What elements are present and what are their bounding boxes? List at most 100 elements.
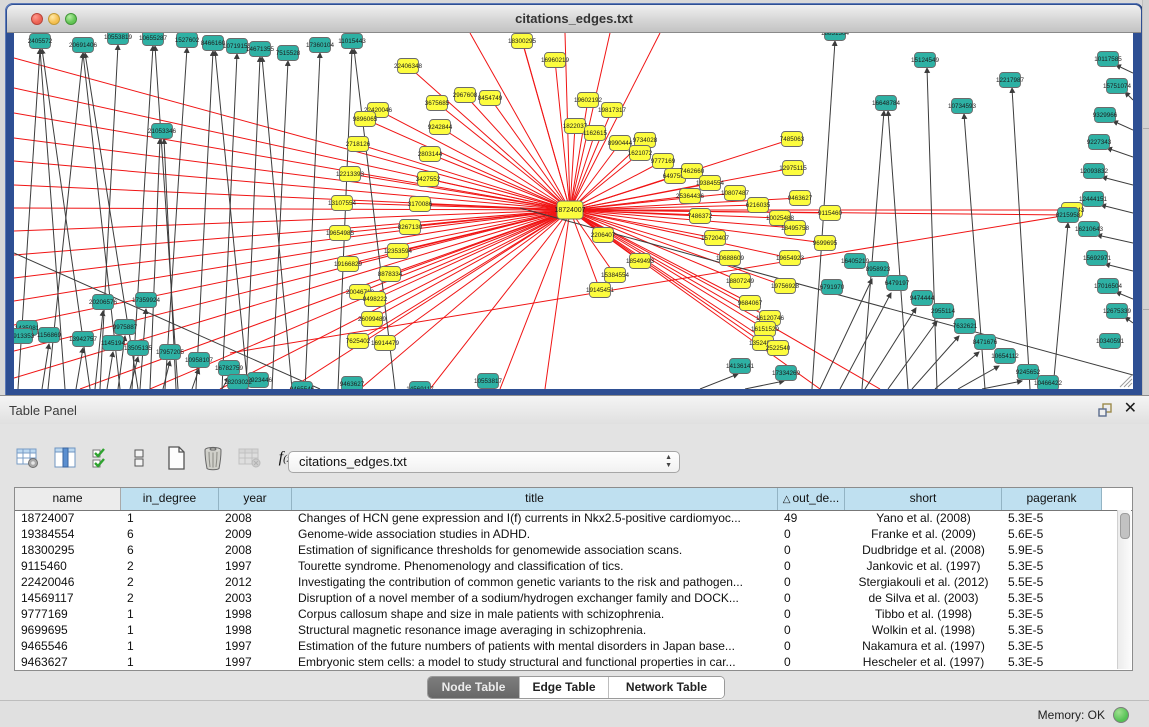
table-cell[interactable]: Stergiakouli et al. (2012) — [845, 574, 1002, 590]
table-cell[interactable]: Jankovic et al. (1997) — [845, 558, 1002, 574]
table-cell[interactable]: 2 — [121, 558, 219, 574]
table-cell[interactable]: 0 — [778, 590, 845, 606]
table-cell[interactable]: Hescheler et al. (1997) — [845, 654, 1002, 670]
table-cell[interactable]: Estimation of significance thresholds fo… — [292, 542, 778, 558]
network-window-titlebar[interactable]: citations_edges.txt — [7, 5, 1141, 33]
table-cell[interactable]: 0 — [778, 606, 845, 622]
table-cell[interactable]: Estimation of the future numbers of pati… — [292, 638, 778, 654]
table-cell[interactable]: 1 — [121, 654, 219, 670]
table-cell[interactable]: Franke et al. (2009) — [845, 526, 1002, 542]
table-row[interactable]: 911546021997Tourette syndrome. Phenomeno… — [15, 558, 1132, 574]
table-cell[interactable]: 5.6E-5 — [1002, 526, 1102, 542]
table-cell[interactable]: 18300295 — [15, 542, 121, 558]
column-header-year[interactable]: year — [219, 488, 292, 510]
float-panel-icon[interactable] — [1097, 402, 1113, 418]
column-header-name[interactable]: name — [15, 488, 121, 510]
table-cell[interactable]: 0 — [778, 638, 845, 654]
table-row[interactable]: 1456911722003Disruption of a novel membe… — [15, 590, 1132, 606]
table-cell[interactable]: 0 — [778, 542, 845, 558]
table-cell[interactable]: Dudbridge et al. (2008) — [845, 542, 1002, 558]
select-rows-button[interactable] — [88, 444, 116, 472]
table-cell[interactable]: 5.5E-5 — [1002, 574, 1102, 590]
table-cell[interactable]: Corpus callosum shape and size in male p… — [292, 606, 778, 622]
table-cell[interactable]: 2012 — [219, 574, 292, 590]
table-cell[interactable]: 1997 — [219, 558, 292, 574]
table-cell[interactable]: 1 — [121, 510, 219, 526]
table-cell[interactable]: 1 — [121, 606, 219, 622]
table-cell[interactable]: 5.3E-5 — [1002, 654, 1102, 670]
column-header-title[interactable]: title — [292, 488, 778, 510]
table-cell[interactable]: 22420046 — [15, 574, 121, 590]
table-cell[interactable]: Nakamura et al. (1997) — [845, 638, 1002, 654]
table-cell[interactable]: 6 — [121, 526, 219, 542]
table-cell[interactable]: 2 — [121, 574, 219, 590]
delete-column-button[interactable] — [199, 444, 227, 472]
show-columns-button[interactable] — [51, 444, 79, 472]
delete-table-button[interactable] — [236, 444, 264, 472]
network-table-select[interactable]: citations_edges.txt ▲▼ — [288, 451, 680, 473]
column-header-short[interactable]: short — [845, 488, 1002, 510]
table-row[interactable]: 2242004622012Investigating the contribut… — [15, 574, 1132, 590]
row-detail-toggle-button[interactable] — [125, 444, 153, 472]
table-cell[interactable]: Changes of HCN gene expression and I(f) … — [292, 510, 778, 526]
table-cell[interactable]: Tibbo et al. (1998) — [845, 606, 1002, 622]
table-cell[interactable]: 14569117 — [15, 590, 121, 606]
table-cell[interactable]: Tourette syndrome. Phenomenology and cla… — [292, 558, 778, 574]
table-scrollbar[interactable] — [1117, 510, 1131, 669]
tab-edge-table[interactable]: Edge Table — [519, 677, 608, 698]
table-row[interactable]: 1830029562008Estimation of significance … — [15, 542, 1132, 558]
column-header-out_de[interactable]: △out_de... — [778, 488, 845, 510]
table-cell[interactable]: 1 — [121, 638, 219, 654]
table-cell[interactable]: 9115460 — [15, 558, 121, 574]
table-cell[interactable]: 6 — [121, 542, 219, 558]
column-header-in_degree[interactable]: in_degree — [121, 488, 219, 510]
table-row[interactable]: 969969511998Structural magnetic resonanc… — [15, 622, 1132, 638]
table-cell[interactable]: 9465546 — [15, 638, 121, 654]
table-cell[interactable]: 0 — [778, 654, 845, 670]
table-cell[interactable]: 5.3E-5 — [1002, 558, 1102, 574]
table-cell[interactable]: 9777169 — [15, 606, 121, 622]
table-cell[interactable]: 1 — [121, 622, 219, 638]
table-mode-button[interactable] — [14, 444, 42, 472]
table-row[interactable]: 946362711997Embryonic stem cells: a mode… — [15, 654, 1132, 670]
table-cell[interactable]: 1998 — [219, 622, 292, 638]
table-cell[interactable]: Embryonic stem cells: a model to study s… — [292, 654, 778, 670]
table-cell[interactable]: 2008 — [219, 542, 292, 558]
table-cell[interactable]: Yano et al. (2008) — [845, 510, 1002, 526]
table-cell[interactable]: 0 — [778, 558, 845, 574]
table-cell[interactable]: 5.3E-5 — [1002, 638, 1102, 654]
table-row[interactable]: 977716911998Corpus callosum shape and si… — [15, 606, 1132, 622]
table-cell[interactable]: 5.3E-5 — [1002, 510, 1102, 526]
table-cell[interactable]: 5.3E-5 — [1002, 622, 1102, 638]
table-cell[interactable]: 5.3E-5 — [1002, 590, 1102, 606]
table-cell[interactable]: Genome-wide association studies in ADHD. — [292, 526, 778, 542]
create-column-button[interactable] — [162, 444, 190, 472]
canvas-resize-grip[interactable] — [1120, 375, 1132, 387]
table-cell[interactable]: Structural magnetic resonance image aver… — [292, 622, 778, 638]
table-cell[interactable]: 2 — [121, 590, 219, 606]
table-cell[interactable]: 2008 — [219, 510, 292, 526]
table-cell[interactable]: 1997 — [219, 654, 292, 670]
table-cell[interactable]: 5.3E-5 — [1002, 606, 1102, 622]
tab-node-table[interactable]: Node Table — [428, 677, 519, 698]
table-cell[interactable]: 0 — [778, 526, 845, 542]
table-cell[interactable]: 0 — [778, 574, 845, 590]
tab-network-table[interactable]: Network Table — [608, 677, 724, 698]
table-row[interactable]: 1938455462009Genome-wide association stu… — [15, 526, 1132, 542]
table-cell[interactable]: 0 — [778, 622, 845, 638]
table-cell[interactable]: 18724007 — [15, 510, 121, 526]
table-row[interactable]: 1872400712008Changes of HCN gene express… — [15, 510, 1132, 526]
table-scrollbar-thumb[interactable] — [1120, 513, 1130, 539]
table-cell[interactable]: 49 — [778, 510, 845, 526]
table-cell[interactable]: 1997 — [219, 638, 292, 654]
table-cell[interactable]: Investigating the contribution of common… — [292, 574, 778, 590]
table-cell[interactable]: Disruption of a novel member of a sodium… — [292, 590, 778, 606]
table-cell[interactable]: 2003 — [219, 590, 292, 606]
table-cell[interactable]: 2009 — [219, 526, 292, 542]
close-panel-icon[interactable]: ✕ — [1124, 400, 1137, 418]
table-cell[interactable]: 1998 — [219, 606, 292, 622]
table-cell[interactable]: 9463627 — [15, 654, 121, 670]
column-header-pagerank[interactable]: pagerank — [1002, 488, 1102, 510]
table-cell[interactable]: 9699695 — [15, 622, 121, 638]
table-cell[interactable]: 19384554 — [15, 526, 121, 542]
